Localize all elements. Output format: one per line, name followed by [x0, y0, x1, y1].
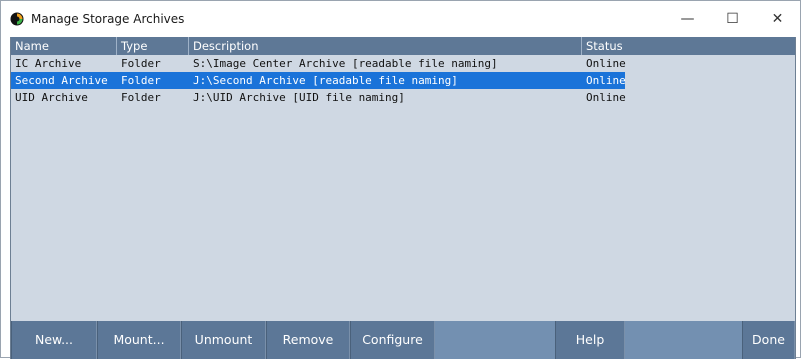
- mount-button[interactable]: Mount...: [97, 321, 181, 359]
- archives-panel: Name Type Description Status IC Archive …: [10, 37, 796, 359]
- unmount-button[interactable]: Unmount: [181, 321, 266, 359]
- grid-header: Name Type Description Status: [11, 37, 795, 55]
- row-type: Folder: [121, 57, 161, 70]
- maximize-button[interactable]: ☐: [710, 1, 755, 36]
- row-description: J:\UID Archive [UID file naming]: [193, 91, 405, 104]
- column-header-name[interactable]: Name: [11, 37, 117, 55]
- column-header-type[interactable]: Type: [117, 37, 189, 55]
- close-button[interactable]: ✕: [755, 1, 800, 36]
- configure-button[interactable]: Configure: [350, 321, 435, 359]
- row-status: Online: [586, 57, 626, 70]
- button-bar: New... Mount... Unmount Remove Configure…: [11, 321, 795, 359]
- row-status: Online: [586, 91, 626, 104]
- new-button[interactable]: New...: [11, 321, 97, 359]
- archive-list: IC Archive Folder S:\Image Center Archiv…: [11, 55, 795, 106]
- row-name: IC Archive: [15, 57, 82, 70]
- table-row[interactable]: UID Archive Folder J:\UID Archive [UID f…: [11, 89, 795, 106]
- help-button[interactable]: Help: [555, 321, 625, 359]
- remove-button[interactable]: Remove: [266, 321, 350, 359]
- done-button[interactable]: Done: [742, 321, 795, 359]
- app-logo-icon: [10, 12, 24, 26]
- row-type: Folder: [121, 91, 161, 104]
- row-name: UID Archive: [15, 91, 88, 104]
- row-description: S:\Image Center Archive [readable file n…: [193, 57, 498, 70]
- button-bar-spacer: [435, 321, 555, 359]
- row-type: Folder: [121, 74, 161, 87]
- title-bar[interactable]: Manage Storage Archives — ☐ ✕: [1, 1, 800, 36]
- manage-storage-archives-window: Manage Storage Archives — ☐ ✕ Name Type …: [0, 0, 801, 359]
- button-bar-spacer: [625, 321, 742, 359]
- row-description: J:\Second Archive [readable file naming]: [193, 74, 458, 87]
- table-row-selected[interactable]: Second Archive Folder J:\Second Archive …: [11, 72, 795, 89]
- window-controls: — ☐ ✕: [665, 1, 800, 36]
- row-status: Online: [586, 74, 626, 87]
- column-header-description[interactable]: Description: [189, 37, 582, 55]
- minimize-button[interactable]: —: [665, 1, 710, 36]
- row-name: Second Archive: [15, 74, 108, 87]
- table-row[interactable]: IC Archive Folder S:\Image Center Archiv…: [11, 55, 795, 72]
- window-title: Manage Storage Archives: [31, 11, 185, 26]
- column-header-status[interactable]: Status: [582, 37, 795, 55]
